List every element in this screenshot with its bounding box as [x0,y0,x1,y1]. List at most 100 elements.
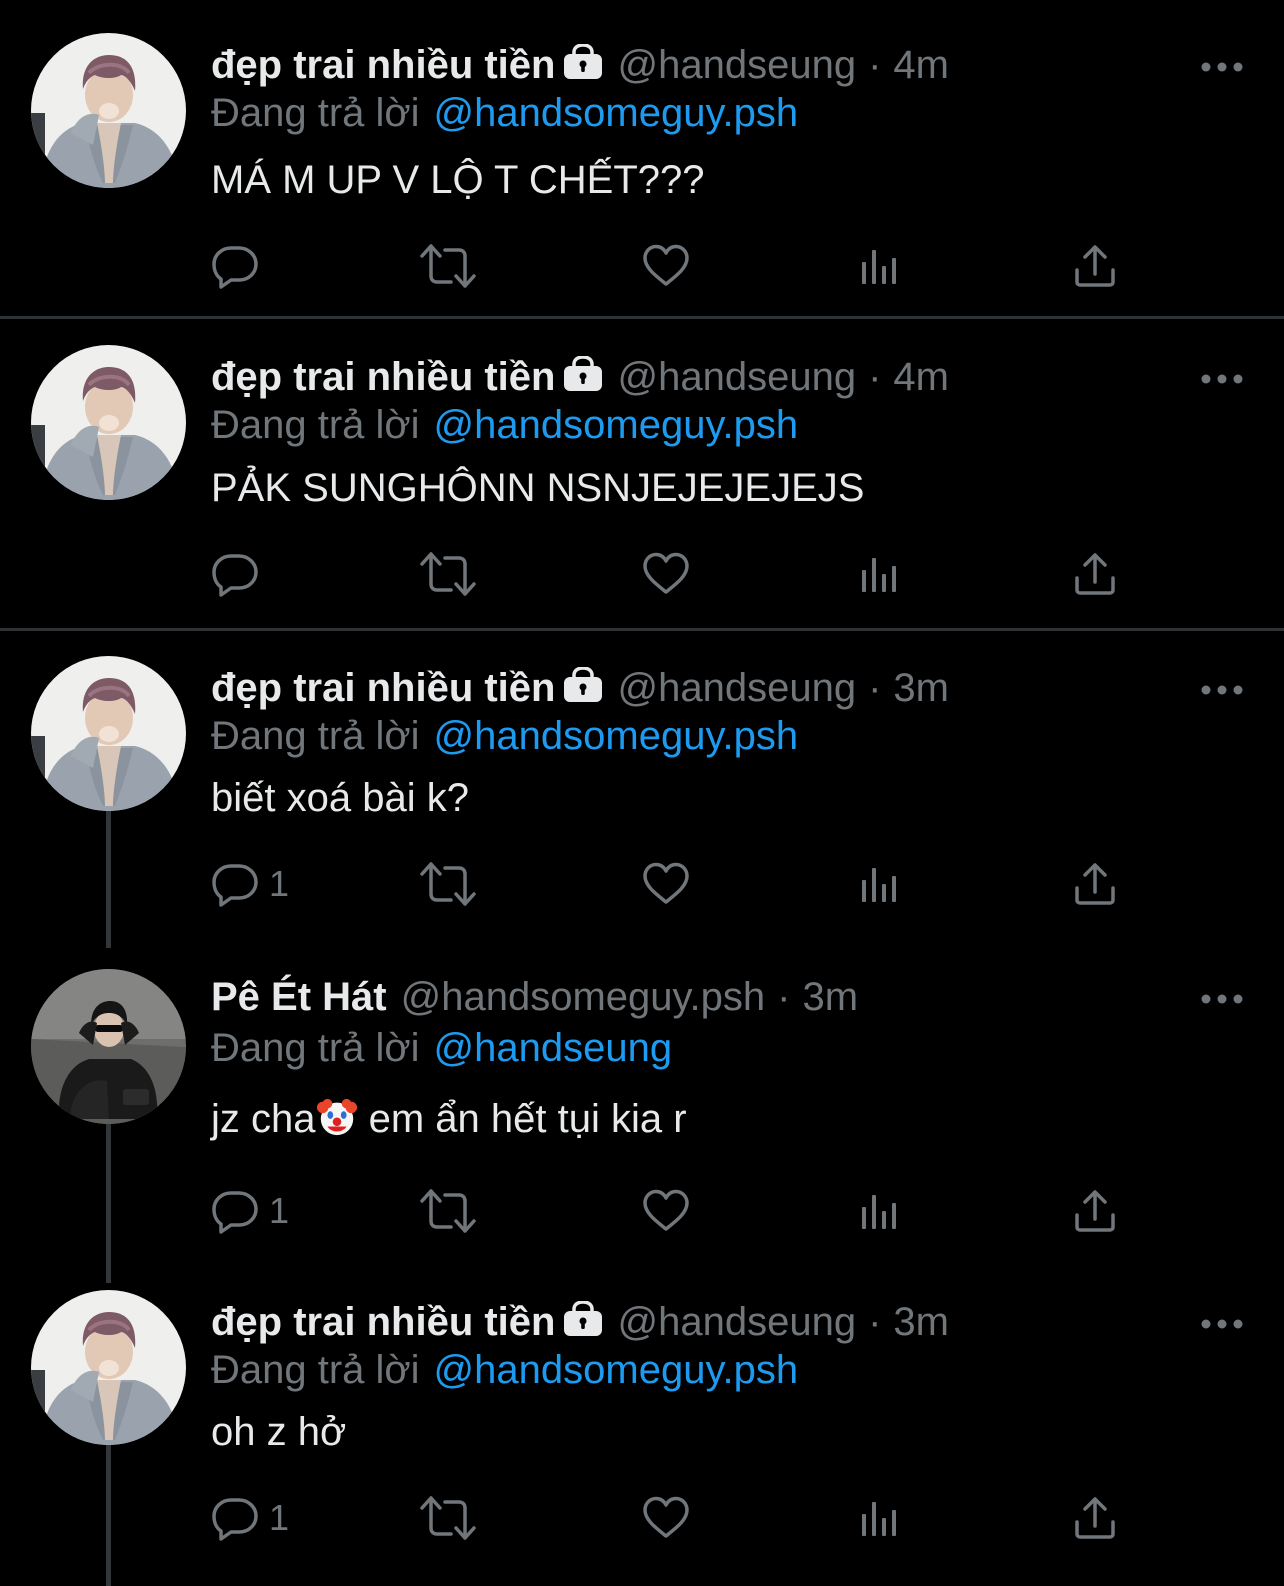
views-button[interactable] [860,1183,900,1239]
tweet[interactable]: đẹp trai nhiều tiền @handseung · 3m Đang tr… [0,1290,1284,1586]
tweet-actions: 1 [0,1490,1284,1546]
like-button[interactable] [642,1183,690,1239]
tweet-text: MÁ M UP V LỘ T CHẾT??? [211,158,705,202]
timestamp[interactable]: 3m [802,975,858,1019]
views-button[interactable] [860,856,900,912]
share-button[interactable] [1073,856,1117,912]
replying-to-label: Đang trả lời [211,714,420,758]
reply-button[interactable]: 1 [211,1183,289,1239]
replying-to-label: Đang trả lời [211,1026,420,1070]
reply-button[interactable]: 1 [211,1490,289,1546]
replying-to: Đang trả lời @handsomeguy.psh [211,401,798,449]
replying-to: Đang trả lời @handsomeguy.psh [211,89,798,137]
replying-to-label: Đang trả lời [211,1348,420,1392]
tweet-header: Pê Ét Hát @handsomeguy.psh · 3m [211,973,858,1021]
lock-icon [563,1300,603,1348]
replying-to: Đang trả lời @handsomeguy.psh [211,712,798,760]
replying-to-handle-link[interactable]: @handsomeguy.psh [434,1348,799,1392]
replying-to: Đang trả lời @handseung [211,1024,672,1072]
replying-to-handle-link[interactable]: @handsomeguy.psh [434,403,799,447]
replying-to-label: Đang trả lời [211,91,420,135]
user-handle[interactable]: @handseung [617,1300,856,1344]
like-button[interactable] [642,1490,690,1546]
tweet-header: đẹp trai nhiều tiền @handseung · 3m [211,664,949,714]
views-button[interactable] [860,1490,900,1546]
tweet-text: PẢK SUNGHÔNN NSNJEJEJEJEJS [211,466,865,510]
tweet[interactable]: đẹp trai nhiều tiền @handseung · 4m Đang tr… [0,345,1284,625]
user-handle[interactable]: @handseung [617,43,856,87]
tweet-header: đẹp trai nhiều tiền @handseung · 4m [211,353,949,403]
separator-dot: · [868,1300,882,1344]
separator-dot: · [868,355,882,399]
display-name[interactable]: đẹp trai nhiều tiền [211,43,555,87]
views-button[interactable] [860,546,900,602]
tweet-header: đẹp trai nhiều tiền @handseung · 4m [211,41,949,91]
reply-button[interactable] [211,546,269,602]
tweet-actions: 1 [0,1183,1284,1239]
share-button[interactable] [1073,238,1117,294]
replying-to-handle-link[interactable]: @handsomeguy.psh [434,91,799,135]
display-name[interactable]: Pê Ét Hát [211,975,387,1019]
user-handle[interactable]: @handseung [617,355,856,399]
tweet-text-part: jz cha [211,1097,316,1141]
timestamp[interactable]: 4m [893,355,949,399]
reply-count: 1 [269,863,290,904]
more-horizontal-icon[interactable] [1200,666,1244,696]
tweet-text: jz cha em ẩn hết tụi kia r [211,1095,687,1143]
like-button[interactable] [642,856,690,912]
tweet-text: biết xoá bài k? [211,776,469,820]
separator-dot: · [777,975,791,1019]
tweet-divider [0,316,1284,319]
more-horizontal-icon[interactable] [1200,43,1244,73]
replying-to-handle-link[interactable]: @handsomeguy.psh [434,714,799,758]
share-button[interactable] [1073,1490,1117,1546]
more-horizontal-icon[interactable] [1200,355,1244,385]
lock-icon [563,43,603,91]
retweet-button[interactable] [420,1490,476,1546]
tweet-header: đẹp trai nhiều tiền @handseung · 3m [211,1298,949,1348]
retweet-button[interactable] [420,856,476,912]
replying-to: Đang trả lời @handsomeguy.psh [211,1346,798,1394]
reply-count: 1 [269,1190,290,1231]
tweet-text: oh z hở [211,1410,347,1454]
display-name[interactable]: đẹp trai nhiều tiền [211,666,555,710]
retweet-button[interactable] [420,1183,476,1239]
user-handle[interactable]: @handsomeguy.psh [401,975,766,1019]
user-handle[interactable]: @handseung [617,666,856,710]
retweet-button[interactable] [420,238,476,294]
views-button[interactable] [860,238,900,294]
like-button[interactable] [642,546,690,602]
timestamp[interactable]: 3m [893,666,949,710]
lock-icon [563,666,603,714]
share-button[interactable] [1073,546,1117,602]
reply-button[interactable]: 1 [211,856,289,912]
more-horizontal-icon[interactable] [1200,975,1244,1005]
separator-dot: · [868,666,882,710]
share-button[interactable] [1073,1183,1117,1239]
tweet-text-part: em ẩn hết tụi kia r [357,1097,687,1141]
tweet-actions [0,238,1284,294]
timestamp[interactable]: 3m [893,1300,949,1344]
separator-dot: · [868,43,882,87]
like-button[interactable] [642,238,690,294]
tweet-actions: 1 [0,856,1284,912]
avatar[interactable] [31,33,186,188]
timestamp[interactable]: 4m [893,43,949,87]
more-horizontal-icon[interactable] [1200,1300,1244,1330]
display-name[interactable]: đẹp trai nhiều tiền [211,1300,555,1344]
display-name[interactable]: đẹp trai nhiều tiền [211,355,555,399]
tweet-actions [0,546,1284,602]
replying-to-handle-link[interactable]: @handseung [434,1026,673,1070]
reply-count: 1 [269,1497,290,1538]
avatar[interactable] [31,969,186,1124]
avatar[interactable] [31,656,186,811]
tweet[interactable]: đẹp trai nhiều tiền @handseung · 3m Đang tr… [0,656,1284,946]
clown-face-emoji [316,1096,358,1138]
retweet-button[interactable] [420,546,476,602]
avatar[interactable] [31,1290,186,1445]
avatar[interactable] [31,345,186,500]
reply-button[interactable] [211,238,269,294]
tweet[interactable]: Pê Ét Hát @handsomeguy.psh · 3m Đang trả lờ… [0,961,1284,1281]
lock-icon [563,355,603,403]
tweet[interactable]: đẹp trai nhiều tiền @handseung · 4m Đang tr… [0,33,1284,313]
